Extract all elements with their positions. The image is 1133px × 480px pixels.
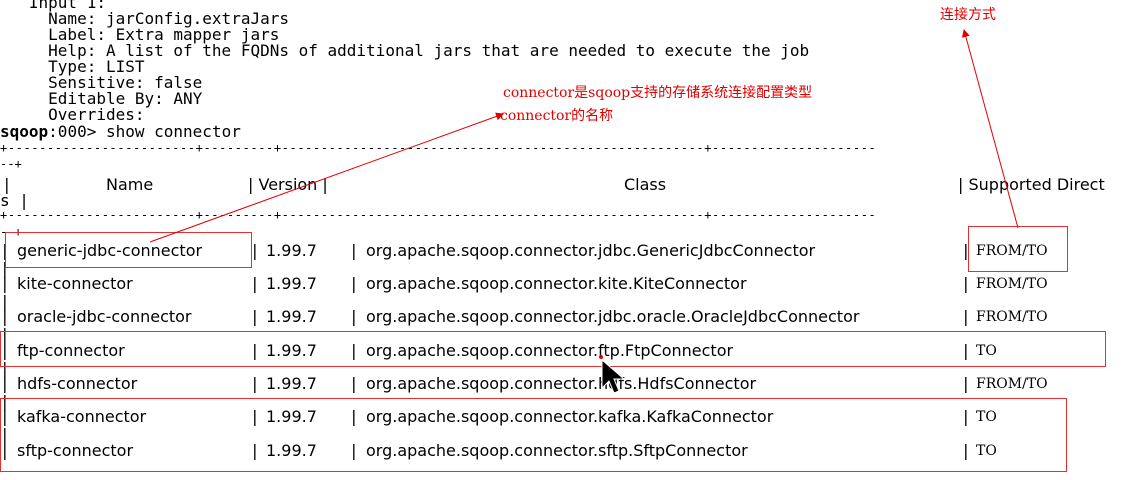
mouse-pointer-icon [601,358,626,394]
arrow-to-connection-method [961,29,1019,229]
cursor-dot [599,355,603,359]
arrow-to-connector-name [149,112,504,243]
annotation-arrows [149,29,1019,394]
